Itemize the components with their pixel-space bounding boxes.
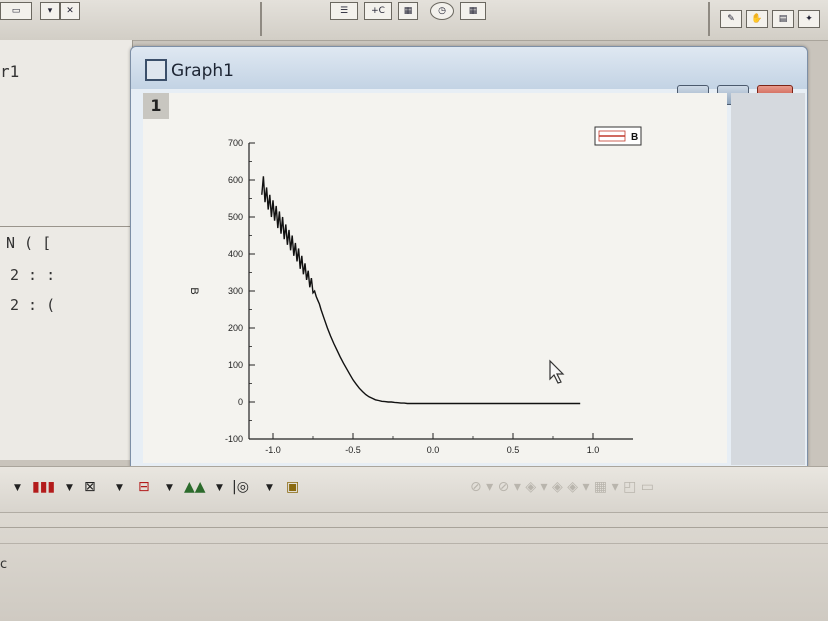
window-frame-strip (731, 93, 805, 465)
dropdown-arrow-icon[interactable]: ▼ (216, 483, 223, 493)
dropdown-arrow-icon[interactable]: ▼ (116, 483, 123, 493)
y-tick-label: 300 (228, 286, 243, 296)
template-icon[interactable]: ▣ (286, 479, 299, 495)
legend-label: B (631, 132, 638, 143)
box-chart-icon[interactable]: ⊟ (138, 479, 150, 495)
close-small-icon[interactable]: ✕ (60, 2, 80, 20)
mouse-cursor-icon (549, 359, 565, 384)
chart-axes: 700 600 500 400 300 200 100 0 -100 -1.0 -0.5 0.0 0.5… (188, 138, 633, 455)
dropdown-arrow-icon[interactable]: ▼ (14, 483, 21, 493)
graph-window-title: Graph1 (171, 61, 234, 81)
toolbar-separator (708, 2, 710, 36)
x-tick-label: -1.0 (265, 445, 281, 455)
pen-tool-icon[interactable]: ✎ (720, 10, 742, 28)
clock-icon[interactable]: ◷ (430, 2, 454, 20)
dropdown-arrow-icon[interactable]: ▼ (266, 483, 273, 493)
y-tick-label: 700 (228, 138, 243, 148)
y-tick-label: 0 (238, 397, 243, 407)
divider (0, 226, 132, 227)
y-tick-label: 100 (228, 360, 243, 370)
scatter-matrix-icon[interactable]: ⊠ (84, 479, 96, 495)
x-tick-label: -0.5 (345, 445, 361, 455)
worksheet-icon[interactable]: ▦ (398, 2, 418, 20)
row-label: r1 (0, 62, 20, 81)
polar-chart-icon[interactable]: |◎ (232, 479, 249, 495)
grid-icon[interactable]: ▦ (460, 2, 486, 20)
bar-chart-icon[interactable]: ▮▮▮ (32, 479, 55, 495)
restore-icon[interactable]: ▭ (0, 2, 32, 20)
status-bar: c (0, 512, 828, 621)
add-column-icon[interactable]: +C (364, 2, 392, 20)
line-chart[interactable]: 700 600 500 400 300 200 100 0 -100 -1.0 -0.5 0.0 0.5… (143, 93, 727, 463)
x-tick-label: 0.0 (427, 445, 440, 455)
column-headers: N ( [ (6, 234, 52, 252)
project-explorer-panel: r1 N ( [ 2 : : 2 : ( (0, 40, 133, 460)
y-tick-label: -100 (225, 434, 243, 444)
graph-toolbar: ▼ ▮▮▮ ▼ ⊠ ▼ ⊟ ▼ ▲▲ ▼ |◎ ▼ ▣ ⊘ ▾ ⊘ ▾ ◈ ▾ … (0, 466, 828, 513)
dropdown-arrow-icon[interactable]: ▼ (66, 483, 73, 493)
y-tick-label: 500 (228, 212, 243, 222)
graph-window-icon (145, 59, 167, 81)
x-tick-label: 1.0 (587, 445, 600, 455)
brush-tool-icon[interactable]: ✦ (798, 10, 820, 28)
series-line-B (261, 176, 581, 405)
disabled-3d-icon: ⊘ ▾ ⊘ ▾ ◈ ▾ ◈ ◈ ▾ ▦ ▾ ◰ ▭ (470, 479, 654, 495)
hand-tool-icon[interactable]: ✋ (746, 10, 768, 28)
plot-page[interactable]: 1 700 600 500 400 300 200 100 0 -100 -1.0 -0.5 0.0 0… (143, 93, 727, 463)
divider (0, 527, 828, 528)
align-icon[interactable]: ☰ (330, 2, 358, 20)
chart-legend: B (594, 126, 642, 146)
area-chart-icon[interactable]: ▲▲ (184, 479, 206, 495)
data-row[interactable]: 2 : : (10, 266, 55, 284)
data-row[interactable]: 2 : ( (10, 296, 55, 314)
main-toolbar: ▭ ▾ ✕ ☰ +C ▦ ◷ ▦ ✎ ✋ ▤ ✦ (0, 0, 828, 41)
dropdown-icon[interactable]: ▾ (40, 2, 60, 20)
y-tick-label: 600 (228, 175, 243, 185)
y-tick-label: 200 (228, 323, 243, 333)
status-text: c (0, 557, 8, 572)
layer-tool-icon[interactable]: ▤ (772, 10, 794, 28)
toolbar-separator (260, 2, 262, 36)
y-tick-label: 400 (228, 249, 243, 259)
y-axis-label: B (188, 287, 200, 294)
divider (0, 543, 828, 544)
dropdown-arrow-icon[interactable]: ▼ (166, 483, 173, 493)
graph-window: Graph1 1 700 600 500 400 300 200 100 0 -100 -1.0-… (130, 46, 808, 468)
graph-titlebar[interactable]: Graph1 (131, 47, 807, 89)
x-tick-label: 0.5 (507, 445, 520, 455)
chart-series (261, 176, 581, 405)
